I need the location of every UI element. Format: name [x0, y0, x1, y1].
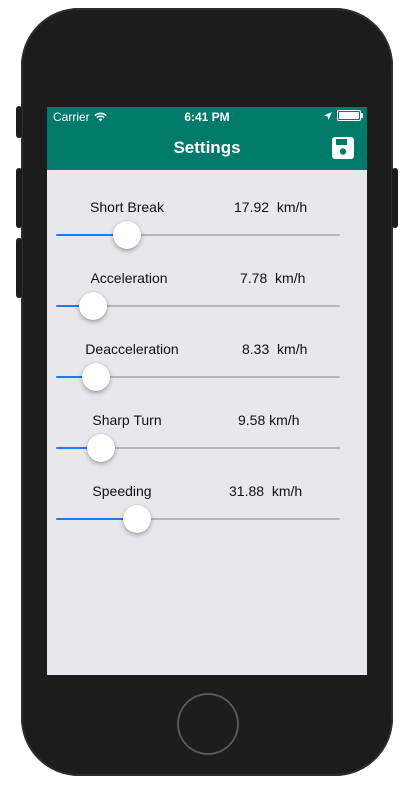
- status-bar: Carrier 6:41 PM: [47, 107, 367, 127]
- side-button-volume-up: [16, 168, 22, 228]
- slider-thumb[interactable]: [78, 292, 107, 320]
- setting-value: 8.33 km/h: [242, 341, 308, 357]
- setting-label: Short Break: [90, 199, 164, 215]
- setting-row-sharp-turn: Sharp Turn 9.58 km/h: [47, 412, 367, 472]
- sharp-turn-slider[interactable]: [56, 434, 340, 462]
- battery-icon: [337, 110, 363, 121]
- setting-value: 7.78 km/h: [240, 270, 306, 286]
- deacceleration-slider[interactable]: [56, 363, 340, 391]
- side-button-power: [392, 168, 398, 228]
- slider-thumb[interactable]: [122, 505, 151, 533]
- setting-value: 17.92 km/h: [234, 199, 308, 215]
- setting-label: Deacceleration: [85, 341, 179, 357]
- slider-thumb[interactable]: [113, 221, 141, 249]
- status-time: 6:41 PM: [184, 110, 230, 124]
- setting-label: Acceleration: [90, 270, 168, 286]
- short-break-slider[interactable]: [56, 221, 340, 249]
- save-button[interactable]: [331, 136, 355, 160]
- acceleration-slider[interactable]: [56, 292, 340, 320]
- setting-row-short-break: Short Break 17.92 km/h: [47, 199, 367, 259]
- status-right-indicators: [324, 110, 363, 121]
- setting-row-acceleration: Acceleration 7.78 km/h: [47, 270, 367, 330]
- side-button-volume-down: [16, 238, 22, 298]
- side-button-mute: [16, 106, 22, 138]
- setting-value: 9.58 km/h: [238, 412, 300, 428]
- setting-row-deacceleration: Deacceleration 8.33 km/h: [47, 341, 367, 401]
- setting-label: Sharp Turn: [92, 412, 162, 428]
- home-button[interactable]: [177, 693, 239, 755]
- setting-value: 31.88 km/h: [229, 483, 303, 499]
- navigation-bar: Settings: [47, 127, 367, 170]
- location-arrow-icon: [324, 111, 332, 120]
- app-screen: Carrier 6:41 PM Settings Short Break 17.…: [47, 107, 367, 675]
- page-title: Settings: [173, 138, 241, 157]
- setting-label: Speeding: [92, 483, 152, 499]
- setting-row-speeding: Speeding 31.88 km/h: [47, 483, 367, 543]
- slider-thumb[interactable]: [81, 363, 110, 391]
- slider-thumb[interactable]: [87, 434, 116, 462]
- speeding-slider[interactable]: [56, 505, 340, 533]
